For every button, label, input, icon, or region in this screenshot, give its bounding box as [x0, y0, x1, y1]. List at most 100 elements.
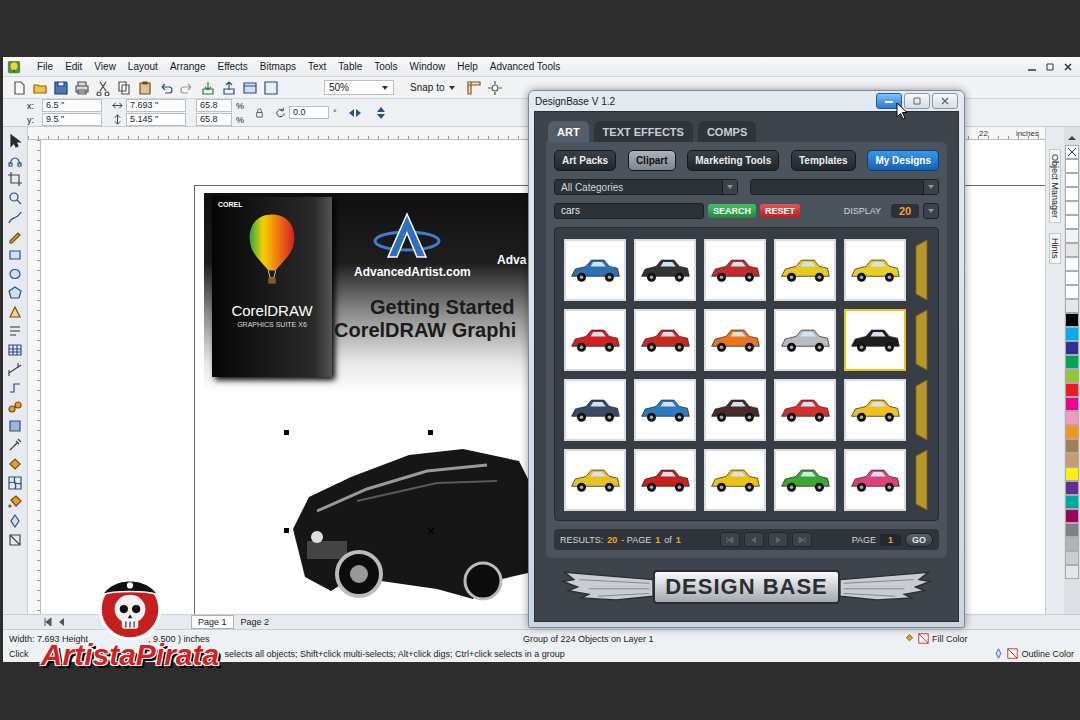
color-swatch[interactable] — [1065, 439, 1079, 453]
open-folder-icon[interactable] — [32, 80, 48, 96]
shape-node-icon[interactable] — [7, 152, 23, 168]
outline-pen-icon[interactable] — [7, 513, 23, 529]
color-swatch[interactable] — [1065, 173, 1079, 187]
close-button[interactable] — [932, 93, 958, 109]
transparency-icon[interactable] — [7, 418, 23, 434]
undo-arrow-icon[interactable] — [158, 80, 174, 96]
freehand-curve-icon[interactable] — [7, 209, 23, 225]
rectangle-icon[interactable] — [7, 247, 23, 263]
table-grid-icon[interactable] — [7, 342, 23, 358]
field-input[interactable]: 7.693 " — [126, 99, 186, 112]
color-swatch[interactable] — [1065, 201, 1079, 215]
selection-handle[interactable] — [284, 528, 289, 533]
paste-clipboard-icon[interactable] — [137, 80, 153, 96]
color-swatch[interactable] — [1065, 285, 1079, 299]
field-input[interactable]: 65.8 — [196, 99, 232, 112]
minimize-icon[interactable] — [1026, 61, 1038, 73]
cut-scissors-icon[interactable] — [95, 80, 111, 96]
application-launcher-icon[interactable] — [242, 80, 258, 96]
subcategory-dropdown[interactable] — [750, 179, 939, 195]
reset-button[interactable]: RESET — [760, 204, 800, 218]
color-swatch[interactable] — [1065, 481, 1079, 495]
fill-status[interactable]: Fill Color — [904, 633, 1074, 644]
color-swatch[interactable] — [1065, 313, 1079, 327]
clipart-thumbnail[interactable] — [844, 449, 906, 511]
menu-item[interactable]: Text — [302, 61, 332, 72]
mirror-horizontal-icon[interactable] — [347, 105, 363, 121]
clipart-thumbnail[interactable] — [704, 239, 766, 301]
go-button[interactable]: GO — [905, 533, 933, 547]
section-button[interactable]: Templates — [791, 150, 856, 171]
clipart-thumbnail[interactable] — [704, 379, 766, 441]
selection-handle[interactable] — [284, 430, 289, 435]
designbase-window[interactable]: DesignBase V 1.2ARTTEXT EFFECTSCOMPSArt … — [528, 90, 965, 628]
zoom-dropdown[interactable]: 50% — [324, 80, 394, 95]
color-swatch[interactable] — [1065, 383, 1079, 397]
color-swatch[interactable] — [1065, 341, 1079, 355]
lock-ratio-icon[interactable] — [254, 107, 265, 118]
menu-item[interactable]: Advanced Tools — [484, 61, 566, 72]
blend-icon[interactable] — [7, 399, 23, 415]
color-swatch[interactable] — [1065, 551, 1079, 565]
pick-arrow-icon[interactable] — [7, 133, 23, 149]
clipart-thumbnail[interactable] — [774, 449, 836, 511]
mesh-fill-icon[interactable] — [7, 475, 23, 491]
section-button[interactable]: Marketing Tools — [687, 150, 779, 171]
color-swatch[interactable] — [1065, 229, 1079, 243]
coreldraw-balloon-icon[interactable] — [7, 60, 21, 74]
field-input[interactable]: 6.5 " — [42, 99, 102, 112]
last-page-button[interactable] — [792, 532, 812, 547]
color-swatch[interactable] — [1065, 467, 1079, 481]
clipart-thumbnail[interactable] — [774, 239, 836, 301]
scroll-up-icon[interactable] — [1067, 135, 1077, 141]
first-page-icon[interactable] — [43, 617, 53, 627]
smart-pen-icon[interactable] — [7, 228, 23, 244]
selection-handle[interactable] — [428, 430, 433, 435]
color-swatch[interactable] — [1065, 369, 1079, 383]
menu-item[interactable]: Effects — [211, 61, 253, 72]
mirror-vertical-icon[interactable] — [373, 105, 389, 121]
section-button[interactable]: Clipart — [628, 150, 676, 171]
color-swatch[interactable] — [1065, 411, 1079, 425]
zoom-magnifier-icon[interactable] — [7, 190, 23, 206]
menu-item[interactable]: Bitmaps — [254, 61, 302, 72]
clipart-thumbnail[interactable] — [564, 449, 626, 511]
menu-item[interactable]: Layout — [122, 61, 164, 72]
copy-icon[interactable] — [116, 80, 132, 96]
clipart-thumbnail[interactable] — [704, 309, 766, 371]
clipart-thumbnail[interactable] — [634, 309, 696, 371]
clipart-thumbnail[interactable] — [844, 379, 906, 441]
previous-page-button[interactable] — [744, 532, 764, 547]
first-page-button[interactable] — [720, 532, 740, 547]
row-tab-icon[interactable] — [914, 240, 929, 300]
color-swatch[interactable] — [1065, 355, 1079, 369]
color-swatch[interactable] — [1065, 327, 1079, 341]
clipart-thumbnail[interactable] — [774, 309, 836, 371]
new-document-icon[interactable] — [11, 80, 27, 96]
clipart-thumbnail[interactable] — [844, 239, 906, 301]
menu-item[interactable]: File — [31, 61, 59, 72]
color-swatch[interactable] — [1065, 425, 1079, 439]
field-input[interactable]: 5.145 " — [126, 113, 186, 126]
options-gear-icon[interactable] — [487, 80, 503, 96]
vertical-ruler[interactable] — [28, 140, 41, 614]
color-swatch[interactable] — [1065, 523, 1079, 537]
restore-icon[interactable] — [1044, 61, 1056, 73]
category-dropdown[interactable]: All Categories — [554, 179, 738, 195]
next-page-button[interactable] — [768, 532, 788, 547]
field-input[interactable]: 65.8 — [196, 113, 232, 126]
text-lines-icon[interactable] — [7, 323, 23, 339]
field-input[interactable]: 0.0 — [289, 106, 329, 119]
color-swatch[interactable] — [1065, 271, 1079, 285]
color-swatch[interactable] — [1065, 243, 1079, 257]
search-field[interactable]: cars — [554, 203, 704, 219]
save-disk-icon[interactable] — [53, 80, 69, 96]
page-tab[interactable]: Page 2 — [234, 615, 277, 629]
smart-fill-icon[interactable] — [7, 532, 23, 548]
row-tab-icon[interactable] — [914, 450, 929, 510]
import-icon[interactable] — [200, 80, 216, 96]
clipart-thumbnail[interactable] — [704, 449, 766, 511]
tab[interactable]: ART — [548, 121, 589, 142]
ellipse-icon[interactable] — [7, 266, 23, 282]
rulers-icon[interactable] — [466, 80, 482, 96]
